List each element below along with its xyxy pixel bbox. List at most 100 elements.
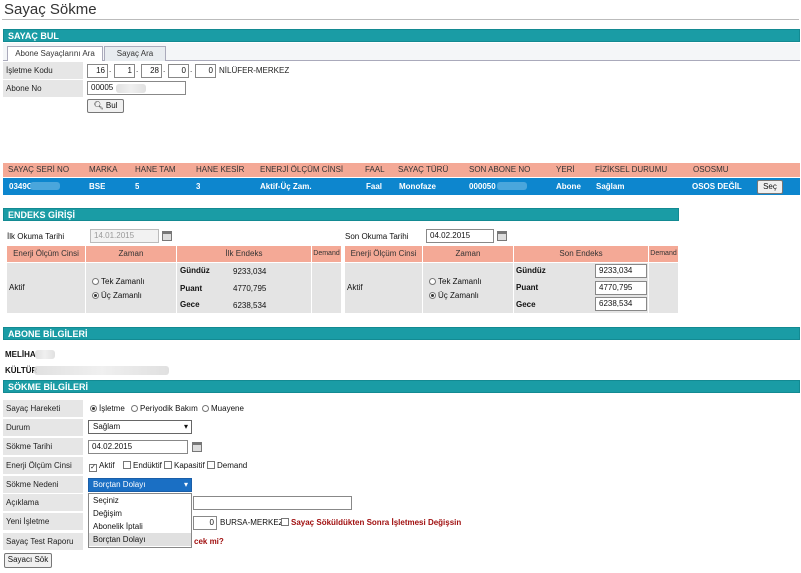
hareket-label: Sayaç Hareketi	[3, 400, 83, 417]
right-type: Aktif	[347, 283, 363, 292]
abone-no-value: 00005	[91, 83, 114, 92]
right-radio-tek-label: Tek Zamanlı	[438, 277, 482, 286]
row-fiziksel: Sağlam	[596, 182, 625, 191]
page-title: Sayaç Sökme	[4, 1, 97, 18]
right-col-son-endeks: Son Endeks	[514, 246, 648, 262]
abone-address: KÜLTÜR	[5, 366, 38, 375]
radio-icon	[202, 405, 209, 412]
tarih-input[interactable]: 04.02.2015	[88, 440, 188, 454]
check-icon: ✓	[89, 464, 97, 472]
left-radio-uc-label: Üç Zamanlı	[101, 291, 142, 300]
calendar-icon[interactable]	[162, 231, 172, 241]
blurred-redaction	[35, 350, 55, 359]
col-faal: FAAL	[362, 163, 394, 177]
dropdown-option[interactable]: Abonelik İptali	[89, 520, 191, 533]
left-radio-uc[interactable]: Üç Zamanlı	[92, 291, 142, 300]
row-son-abone: 000050	[469, 182, 496, 191]
row-hane-tam: 5	[135, 182, 140, 191]
tab-abone-sayaclari[interactable]: Abone Sayaçlarını Ara	[7, 46, 103, 61]
right-col-demand: Demand	[649, 246, 678, 262]
aciklama-input[interactable]	[193, 496, 352, 510]
durum-select[interactable]: Sağlam ▾	[88, 420, 192, 434]
test-raporu-label: Sayaç Test Raporu	[3, 533, 83, 550]
row-faal: Faal	[366, 182, 383, 191]
dropdown-option[interactable]: Seçiniz	[89, 494, 191, 507]
calendar-icon[interactable]	[497, 231, 507, 241]
check-aktif[interactable]: ✓ Aktif	[89, 461, 115, 472]
yeni-isletme-label: Yeni İşletme	[3, 513, 83, 530]
abone-header: ABONE BİLGİLERİ	[3, 327, 800, 340]
left-row-label: Puant	[180, 284, 203, 293]
bul-button[interactable]: 🔍︎ Bul	[87, 99, 124, 113]
row-sayac-turu: Monofaze	[399, 182, 436, 191]
right-zaman-cell	[423, 263, 513, 313]
right-row-label: Gündüz	[516, 266, 546, 275]
son-okuma-input[interactable]: 04.02.2015	[426, 229, 494, 243]
col-hane-tam: HANE TAM	[132, 163, 192, 177]
search-icon: 🔍︎	[93, 101, 104, 110]
calendar-icon[interactable]	[192, 442, 202, 452]
radio-icon	[131, 405, 138, 412]
radio-isletme-label: İşletme	[99, 404, 125, 413]
left-row-value: 4770,795	[233, 284, 267, 293]
right-col-enerji: Enerji Ölçüm Cinsi	[345, 246, 422, 262]
left-radio-tek[interactable]: Tek Zamanlı	[92, 277, 145, 286]
left-zaman-cell	[86, 263, 176, 313]
ilk-okuma-input[interactable]: 14.01.2015	[90, 229, 159, 243]
left-row-label: Gündüz	[180, 266, 210, 275]
sec-button[interactable]: Seç	[757, 180, 783, 194]
radio-periyodik[interactable]: Periyodik Bakım	[131, 404, 198, 413]
durum-label: Durum	[3, 419, 83, 436]
radio-icon	[92, 278, 99, 285]
right-row-input[interactable]: 9233,034	[595, 264, 647, 278]
isletme-code-3[interactable]: 28	[141, 64, 162, 78]
endeks-header: ENDEKS GİRİŞİ	[3, 208, 679, 221]
left-row-value: 6238,534	[233, 301, 267, 310]
yeni-isletme-name: BURSA-MERKEZ	[220, 518, 284, 527]
neden-label: Sökme Nedeni	[3, 476, 83, 493]
left-demand-cell	[312, 263, 341, 313]
checkbox-icon	[123, 461, 131, 469]
checkbox-icon	[281, 518, 289, 526]
right-radio-uc-label: Üç Zamanlı	[438, 291, 479, 300]
right-radio-uc[interactable]: Üç Zamanlı	[429, 291, 479, 300]
col-son-abone-no: SON ABONE NO	[466, 163, 552, 177]
check-kapasitif[interactable]: Kapasitif	[164, 461, 205, 470]
col-hane-kesir: HANE KESİR	[193, 163, 256, 177]
check-enduktif[interactable]: Endüktif	[123, 461, 162, 470]
isletme-name: NİLÜFER-MERKEZ	[219, 66, 290, 75]
blurred-redaction	[116, 84, 146, 93]
isletme-code-2[interactable]: 1	[114, 64, 135, 78]
check-kapasitif-label: Kapasitif	[174, 461, 205, 470]
isletme-code-5[interactable]: 0	[195, 64, 216, 78]
isletme-code-1[interactable]: 16	[87, 64, 108, 78]
dropdown-option[interactable]: Değişim	[89, 507, 191, 520]
check-demand[interactable]: Demand	[207, 461, 247, 470]
isletme-degissin-check[interactable]: Sayaç Söküldükten Sonra İşletmesi Değişs…	[281, 518, 461, 527]
chevron-down-icon: ▾	[183, 480, 188, 489]
isletme-kodu-label: İşletme Kodu	[3, 62, 83, 79]
tab-sayac-ara[interactable]: Sayaç Ara	[104, 46, 166, 61]
right-row-input[interactable]: 6238,534	[595, 297, 647, 311]
left-type: Aktif	[9, 283, 25, 292]
right-col-zaman: Zaman	[423, 246, 513, 262]
test-raporu-question: cek mi?	[194, 537, 224, 546]
chevron-down-icon: ▾	[183, 422, 188, 431]
right-radio-tek[interactable]: Tek Zamanlı	[429, 277, 482, 286]
isletme-code-4[interactable]: 0	[168, 64, 189, 78]
radio-isletme[interactable]: İşletme	[90, 404, 125, 413]
sayaci-sok-button[interactable]: Sayacı Sök	[4, 553, 52, 568]
sokme-header: SÖKME BİLGİLERİ	[3, 380, 800, 393]
left-row-value: 9233,034	[233, 267, 267, 276]
radio-icon	[429, 278, 436, 285]
title-divider	[2, 19, 799, 20]
yeni-isletme-code[interactable]: 0	[193, 516, 217, 530]
radio-muayene[interactable]: Muayene	[202, 404, 244, 413]
son-okuma-label: Son Okuma Tarihi	[345, 232, 409, 241]
left-col-ilk-endeks: İlk Endeks	[177, 246, 311, 262]
neden-select[interactable]: Borçtan Dolayı ▾	[88, 478, 192, 492]
right-row-input[interactable]: 4770,795	[595, 281, 647, 295]
blurred-redaction	[497, 182, 527, 190]
left-col-enerji: Enerji Ölçüm Cinsi	[7, 246, 85, 262]
dropdown-option-selected[interactable]: Borçtan Dolayı	[89, 533, 191, 546]
